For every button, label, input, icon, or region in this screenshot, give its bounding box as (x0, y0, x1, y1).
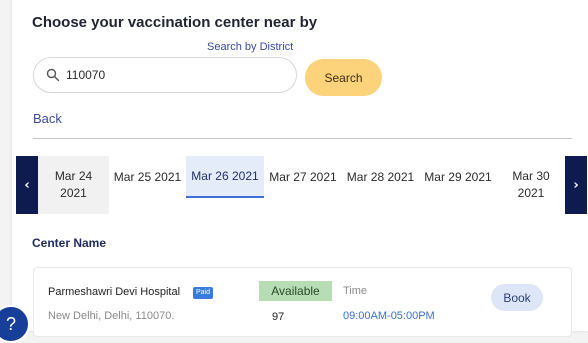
hospital-name: Parmeshawri Devi Hospital (48, 286, 181, 298)
time-value: 09:00AM-05:00PM (343, 310, 435, 322)
book-button[interactable]: Book (491, 284, 543, 311)
date-tab-label: Mar 26 2021 (191, 168, 259, 183)
date-tab-mar-27[interactable]: Mar 27 2021 (264, 156, 342, 198)
date-tab-line1: Mar 24 (54, 169, 93, 183)
date-tab-mar-29[interactable]: Mar 29 2021 (419, 156, 497, 198)
date-tab-mar-26[interactable]: Mar 26 2021 (186, 156, 264, 198)
date-tab-label: Mar 29 2021 (424, 169, 492, 184)
date-tab-label: Mar 24 2021 (55, 168, 92, 202)
date-tab-label: Mar 27 2021 (269, 169, 337, 184)
center-name-heading: Center Name (32, 236, 107, 250)
search-button[interactable]: Search (305, 59, 382, 96)
date-tab-mar-24[interactable]: Mar 24 2021 (38, 156, 109, 214)
search-icon (46, 68, 60, 82)
paid-badge: Paid (193, 287, 214, 299)
date-tab-mar-28[interactable]: Mar 28 2021 (342, 156, 419, 198)
date-tab-mar-25[interactable]: Mar 25 2021 (109, 156, 186, 198)
date-tab-line2: 2021 (60, 186, 87, 200)
help-glyph: ? (5, 313, 16, 334)
search-box (33, 57, 297, 93)
availability-count: 97 (272, 311, 285, 323)
date-tab-label: Mar 28 2021 (346, 169, 415, 184)
time-label: Time (343, 285, 368, 297)
date-tab-line1: Mar 30 (512, 169, 550, 183)
availability-badge: Available (259, 281, 332, 301)
date-tab-line2: 2021 (517, 186, 545, 200)
chevron-left-icon: ‹ (24, 177, 30, 193)
next-dates-button[interactable]: › (565, 156, 587, 214)
search-by-district-link[interactable]: Search by District (207, 41, 293, 53)
date-tab-label: Mar 25 2021 (113, 169, 182, 184)
date-tab-mar-30[interactable]: Mar 30 2021 (497, 156, 565, 214)
pincode-search-input[interactable] (66, 64, 286, 86)
divider (33, 138, 572, 139)
back-link[interactable]: Back (33, 111, 62, 126)
hospital-address: New Delhi, Delhi, 110070. (48, 310, 175, 322)
date-tab-label: Mar 30 2021 (512, 168, 549, 202)
chevron-right-icon: › (573, 177, 579, 193)
date-selector: ‹ Mar 24 2021 Mar 25 2021 Mar 26 2021 Mar… (16, 156, 588, 214)
prev-dates-button[interactable]: ‹ (16, 156, 38, 214)
page-title: Choose your vaccination center near by (32, 14, 318, 31)
